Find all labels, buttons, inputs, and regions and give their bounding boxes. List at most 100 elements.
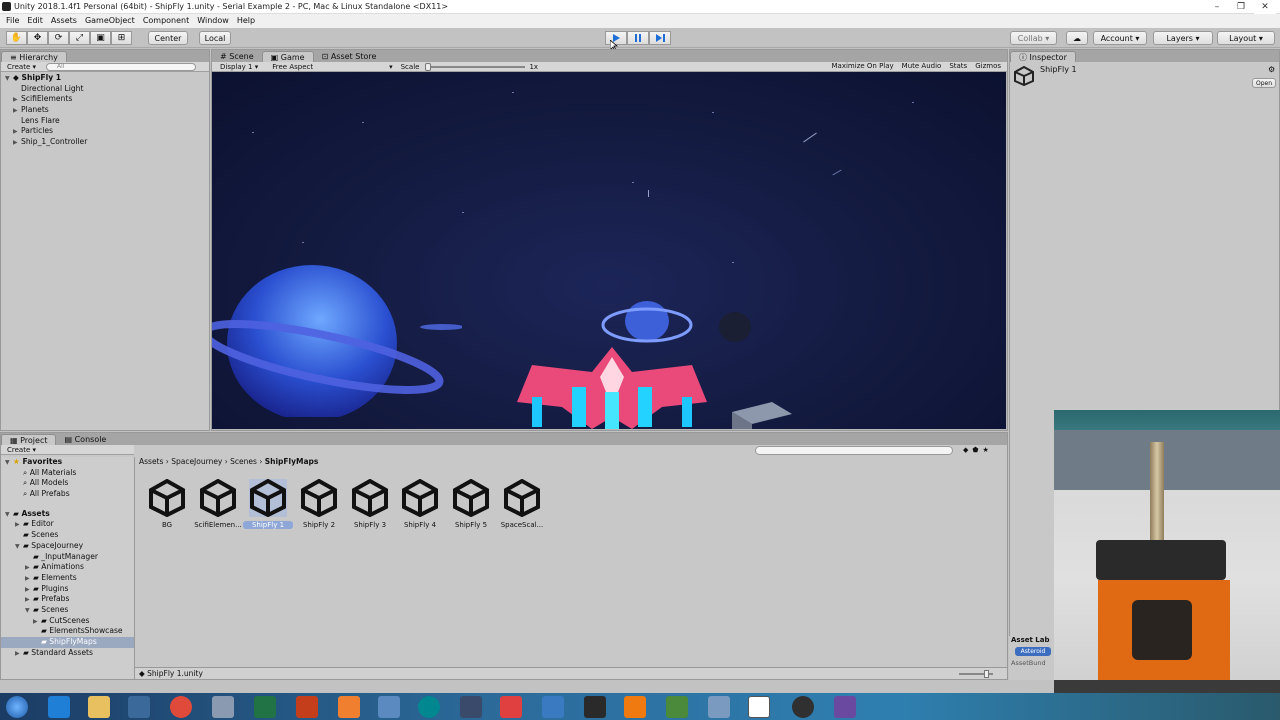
scale-slider[interactable] (425, 62, 526, 71)
icon-size-slider[interactable] (959, 670, 993, 678)
transform-tool-icon[interactable]: ⊞ (111, 31, 132, 45)
breadcrumb-item[interactable]: Scenes (230, 457, 257, 466)
layers-dropdown[interactable]: Layers ▾ (1153, 31, 1213, 45)
folder-item[interactable]: ▰ ElementsShowcase (1, 626, 134, 637)
menu-component[interactable]: Component (143, 14, 189, 28)
menu-gameobject[interactable]: GameObject (85, 14, 135, 28)
tab-project[interactable]: ▦ Project (1, 434, 57, 445)
hand-tool-icon[interactable]: ✋ (6, 31, 27, 45)
menu-assets[interactable]: Assets (51, 14, 77, 28)
folder-item[interactable]: ▶ ▰ Animations (1, 562, 134, 573)
folder-item[interactable]: ▶ ▰ Prefabs (1, 594, 134, 605)
collab-dropdown[interactable]: Collab ▾ (1010, 31, 1057, 45)
project-create-button[interactable]: Create (7, 446, 30, 454)
media-player-icon[interactable] (128, 696, 150, 718)
favorite-item[interactable]: ⌕ All Models (1, 478, 134, 489)
breadcrumb-item[interactable]: SpaceJourney (171, 457, 222, 466)
app-icon[interactable] (338, 696, 360, 718)
gizmos-dropdown[interactable]: Gizmos (975, 62, 1001, 70)
display-dropdown[interactable]: Display 1 (220, 63, 252, 71)
asset-tile-selected[interactable]: ShipFly 1 (243, 478, 293, 529)
network-icon[interactable] (542, 696, 564, 718)
stats-toggle[interactable]: Stats (949, 62, 967, 70)
scale-slider-thumb[interactable] (425, 62, 432, 71)
mute-audio-toggle[interactable]: Mute Audio (902, 62, 942, 70)
asset-tile[interactable]: SpaceScal... (497, 478, 547, 529)
pdf-icon[interactable] (500, 696, 522, 718)
asset-label-chip[interactable]: Asteroid (1015, 647, 1051, 656)
tab-inspector[interactable]: ⓘ Inspector (1010, 51, 1076, 62)
asset-tile[interactable]: ScifiElemen... (193, 478, 243, 529)
favorite-item[interactable]: ⌕ All Materials (1, 468, 134, 479)
vlc-icon[interactable] (624, 696, 646, 718)
pause-icon[interactable] (627, 31, 649, 45)
menu-edit[interactable]: Edit (27, 14, 43, 28)
folder-item[interactable]: ▶ ▰ CutScenes (1, 616, 134, 627)
tab-game[interactable]: ▣ Game (261, 51, 314, 62)
project-filter-icons[interactable]: ◆⬟★ (963, 446, 993, 454)
gear-icon[interactable]: ⚙ (1268, 65, 1275, 74)
hierarchy-search-input[interactable]: All (46, 62, 197, 71)
folder-item[interactable]: ▼ ▰ Scenes (1, 605, 134, 616)
move-tool-icon[interactable]: ✥ (27, 31, 48, 45)
hierarchy-scene-root[interactable]: ▼ ◆ ShipFly 1 (1, 73, 209, 84)
asset-tile[interactable]: ShipFly 2 (294, 478, 344, 529)
tab-console[interactable]: ▤ Console (56, 434, 114, 445)
menu-window[interactable]: Window (197, 14, 229, 28)
device-icon[interactable] (460, 696, 482, 718)
pivot-local-toggle[interactable]: Local (199, 31, 231, 45)
breadcrumb-current[interactable]: ShipFlyMaps (265, 457, 319, 466)
scale-tool-icon[interactable]: ⤢ (69, 31, 90, 45)
start-button-icon[interactable] (6, 696, 28, 718)
folder-item[interactable]: ▰ Scenes (1, 530, 134, 541)
folder-item[interactable]: ▼ ▰ SpaceJourney (1, 541, 134, 552)
aspect-dropdown[interactable]: Free Aspect (272, 63, 313, 71)
close-button[interactable]: ✕ (1254, 0, 1276, 14)
hierarchy-item[interactable]: ▶ Particles (1, 126, 209, 137)
folder-item[interactable]: ▰ _InputManager (1, 552, 134, 563)
powerpoint-icon[interactable] (296, 696, 318, 718)
icon-size-slider-thumb[interactable] (984, 670, 989, 678)
star-app-icon[interactable] (584, 696, 606, 718)
pivot-center-toggle[interactable]: Center (148, 31, 188, 45)
unity-taskbar-icon[interactable] (748, 696, 770, 718)
tab-asset-store[interactable]: ⊡ Asset Store (314, 51, 385, 62)
chrome-icon[interactable] (170, 696, 192, 718)
asset-tile[interactable]: ShipFly 5 (446, 478, 496, 529)
hierarchy-item[interactable]: ▶ ScifiElements (1, 94, 209, 105)
excel-icon[interactable] (254, 696, 276, 718)
minimize-button[interactable]: – (1206, 0, 1228, 14)
tab-scene[interactable]: # Scene (212, 51, 262, 62)
internet-explorer-icon[interactable] (48, 696, 70, 718)
obs-icon[interactable] (792, 696, 814, 718)
maximize-button[interactable]: ❐ (1230, 0, 1252, 14)
visual-studio-icon[interactable] (834, 696, 856, 718)
asset-tile[interactable]: ShipFly 4 (395, 478, 445, 529)
rect-tool-icon[interactable]: ▣ (90, 31, 111, 45)
project-search-input[interactable] (755, 446, 953, 455)
calculator-icon[interactable] (378, 696, 400, 718)
maximize-on-play-toggle[interactable]: Maximize On Play (832, 62, 894, 70)
inspector-open-button[interactable]: Open (1252, 78, 1276, 88)
step-icon[interactable] (649, 31, 671, 45)
menu-help[interactable]: Help (237, 14, 255, 28)
folder-item[interactable]: ▶ ▰ Elements (1, 573, 134, 584)
cloud-icon[interactable]: ☁ (1066, 31, 1088, 45)
assets-root[interactable]: ▼ ▰ Assets (1, 509, 134, 520)
arduino-icon[interactable] (418, 696, 440, 718)
utility-icon[interactable] (708, 696, 730, 718)
hierarchy-item[interactable]: Directional Light (1, 84, 209, 95)
layout-dropdown[interactable]: Layout ▾ (1217, 31, 1275, 45)
folder-item[interactable]: ▶ ▰ Editor (1, 519, 134, 530)
tool-icon[interactable] (212, 696, 234, 718)
folder-item[interactable]: ▶ ▰ Plugins (1, 584, 134, 595)
hierarchy-item[interactable]: ▶ Planets (1, 105, 209, 116)
asset-tile[interactable]: BG (142, 478, 192, 529)
rotate-tool-icon[interactable]: ⟳ (48, 31, 69, 45)
editor-icon[interactable] (666, 696, 688, 718)
asset-tile[interactable]: ShipFly 3 (345, 478, 395, 529)
hierarchy-item[interactable]: ▶ Ship_1_Controller (1, 137, 209, 148)
folder-item[interactable]: ▶ ▰ Standard Assets (1, 648, 134, 659)
hierarchy-item[interactable]: Lens Flare (1, 116, 209, 127)
hierarchy-create-button[interactable]: Create (7, 63, 30, 71)
